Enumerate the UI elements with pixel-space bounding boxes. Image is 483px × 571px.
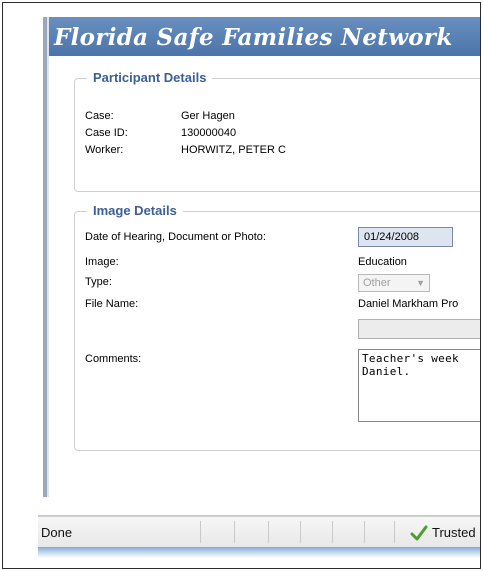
image-details-legend: Image Details <box>87 203 183 218</box>
status-divider <box>200 521 201 543</box>
status-divider <box>268 521 269 543</box>
page-content: Participant Details Case: Ger Hagen Case… <box>49 56 480 501</box>
case-id-label: Case ID: <box>85 127 128 139</box>
app-title: Florida Safe Families Network <box>54 24 453 51</box>
screenshot-frame: Florida Safe Families Network Participan… <box>2 2 481 569</box>
window-bottom-edge <box>38 547 480 558</box>
checkmark-icon <box>410 525 428 541</box>
date-label: Date of Hearing, Document or Photo: <box>85 231 266 243</box>
file-path-field[interactable] <box>358 319 480 339</box>
image-details-group: Image Details Date of Hearing, Document … <box>74 203 480 451</box>
status-text: Done <box>41 525 73 540</box>
case-label: Case: <box>85 110 114 122</box>
worker-value: HORWITZ, PETER C <box>181 144 286 156</box>
file-name-label: File Name: <box>85 298 139 310</box>
status-divider <box>364 521 365 543</box>
case-value: Ger Hagen <box>181 110 235 122</box>
worker-label: Worker: <box>85 144 124 156</box>
status-bar: Done Trusted <box>38 516 480 547</box>
image-value: Education <box>358 256 407 268</box>
type-select[interactable]: Other ▼ <box>358 274 430 292</box>
case-id-value: 130000040 <box>181 127 237 139</box>
security-zone-label: Trusted <box>432 525 476 540</box>
type-select-value: Other <box>363 277 391 289</box>
chevron-down-icon: ▼ <box>416 278 425 288</box>
status-divider <box>234 521 235 543</box>
status-divider <box>332 521 333 543</box>
participant-details-group: Participant Details Case: Ger Hagen Case… <box>74 70 480 192</box>
browser-window: Florida Safe Families Network Participan… <box>38 17 480 558</box>
status-divider <box>394 521 395 543</box>
app-banner: Florida Safe Families Network <box>49 17 480 56</box>
comments-textarea[interactable]: Teacher's week Daniel. <box>358 349 480 422</box>
file-name-value: Daniel Markham Pro <box>358 298 459 310</box>
date-input[interactable]: 01/24/2008 <box>358 227 453 247</box>
status-divider <box>300 521 301 543</box>
image-label: Image: <box>85 256 119 268</box>
participant-details-legend: Participant Details <box>87 70 213 85</box>
type-label: Type: <box>85 276 112 288</box>
comments-label: Comments: <box>85 353 142 365</box>
